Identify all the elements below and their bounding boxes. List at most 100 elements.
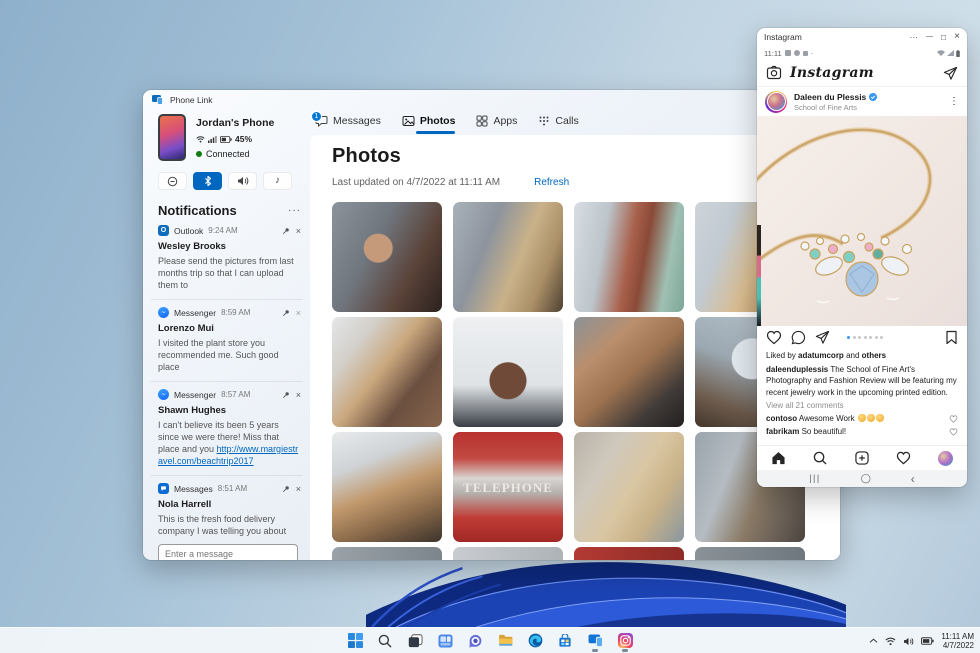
photo-thumbnail[interactable] [574, 317, 684, 427]
chat-button[interactable] [463, 630, 487, 652]
direct-messages-icon[interactable] [943, 66, 958, 81]
dismiss-icon[interactable]: × [296, 484, 301, 494]
tab-photos[interactable]: Photos [400, 111, 458, 134]
photo-thumbnail[interactable] [332, 202, 442, 312]
taskbar-phone-link-button[interactable] [583, 630, 607, 652]
notification-card[interactable]: Messages 8:51 AM × Nola Harrell This is … [151, 476, 303, 560]
photo-thumbnail[interactable] [574, 547, 684, 560]
post-avatar[interactable] [765, 90, 787, 113]
widgets-button[interactable] [433, 630, 457, 652]
tray-chevron-up-icon[interactable] [869, 638, 878, 644]
clock-time: 11:11 AM [941, 632, 974, 641]
notification-card[interactable]: O Outlook 9:24 AM × Wesley Brooks Please… [151, 218, 303, 300]
taskbar-search-button[interactable] [373, 630, 397, 652]
photo-thumbnail[interactable] [332, 432, 442, 542]
outlook-icon: O [158, 225, 169, 236]
android-nav-bar: ||| ◯ ‹ [757, 470, 967, 487]
pin-icon[interactable] [282, 227, 290, 235]
like-icon[interactable] [766, 330, 782, 345]
camera-icon[interactable] [766, 65, 782, 81]
android-back-icon[interactable]: ‹ [911, 473, 915, 485]
notification-sender: Nola Harrell [158, 499, 212, 510]
post-image-necklace[interactable] [757, 116, 967, 326]
notification-card[interactable]: Messenger 8:59 AM × Lorenzo Mui I visite… [151, 300, 303, 382]
post-options-icon[interactable]: ⋮ [949, 96, 959, 107]
photo-thumbnail[interactable] [453, 202, 563, 312]
dismiss-icon[interactable]: × [296, 308, 301, 318]
photo-thumbnail[interactable] [453, 317, 563, 427]
photo-thumbnail[interactable] [332, 317, 442, 427]
phone-link-app-icon [152, 95, 163, 105]
photo-thumbnail[interactable] [574, 432, 684, 542]
edge-button[interactable] [523, 630, 547, 652]
maximize-button[interactable]: □ [941, 33, 946, 42]
pin-icon[interactable] [282, 391, 290, 399]
pin-icon[interactable] [282, 485, 290, 493]
caption-username[interactable]: daleenduplessis [766, 365, 828, 374]
tray-battery-icon[interactable] [921, 637, 935, 645]
tray-wifi-icon[interactable] [885, 637, 896, 646]
notification-message: Please send the pictures from last month… [158, 256, 294, 290]
notification-card[interactable]: Messenger 8:57 AM × Shawn Hughes I can't… [151, 382, 303, 476]
window-menu-button[interactable]: ··· [910, 33, 919, 42]
instagram-titlebar[interactable]: Instagram ··· — □ × [757, 28, 967, 46]
new-post-icon[interactable] [854, 451, 869, 465]
comment-username[interactable]: contoso [766, 414, 797, 423]
share-icon[interactable] [815, 330, 830, 345]
notifications-more-button[interactable]: ··· [288, 205, 301, 216]
dismiss-icon[interactable]: × [296, 390, 301, 400]
tab-calls[interactable]: Calls [536, 111, 580, 134]
tab-apps[interactable]: Apps [474, 111, 519, 134]
refresh-link[interactable]: Refresh [534, 177, 569, 188]
status-notification-icon [793, 50, 800, 56]
device-screen-thumbnail[interactable] [158, 114, 186, 161]
audio-button[interactable] [228, 172, 257, 190]
taskbar-clock[interactable]: 11:11 AM 4/7/2022 [941, 632, 974, 650]
comment-like-icon[interactable] [949, 428, 958, 436]
do-not-disturb-button[interactable] [158, 172, 187, 190]
task-view-button[interactable] [403, 630, 427, 652]
status-battery-icon [956, 49, 960, 57]
search-icon[interactable] [813, 451, 827, 465]
status-notification-icon [784, 50, 791, 56]
notification-app-name: Messenger [174, 307, 217, 318]
taskbar-instagram-button[interactable] [613, 630, 637, 652]
bluetooth-button[interactable] [193, 172, 222, 190]
battery-icon [220, 135, 232, 143]
apps-tab-icon [476, 115, 488, 127]
device-name: Jordan's Phone [196, 117, 275, 129]
phone-link-titlebar[interactable]: Phone Link [143, 90, 840, 110]
home-icon[interactable] [771, 451, 786, 465]
system-tray: 11:11 AM 4/7/2022 [869, 628, 976, 653]
photo-thumbnail[interactable] [453, 547, 563, 560]
dismiss-icon[interactable]: × [296, 226, 301, 236]
liked-by-user[interactable]: adatumcorp [798, 351, 844, 360]
messages-tab-icon: 1 [311, 111, 328, 127]
photo-thumbnail[interactable] [332, 547, 442, 560]
tray-volume-icon[interactable] [903, 637, 914, 646]
store-button[interactable] [553, 630, 577, 652]
profile-avatar[interactable] [938, 450, 953, 466]
liked-by-others[interactable]: others [862, 351, 886, 360]
android-home-icon[interactable]: ◯ [861, 474, 871, 483]
pin-icon[interactable] [282, 309, 290, 317]
close-button[interactable]: × [954, 32, 960, 42]
activity-heart-icon[interactable] [896, 451, 911, 465]
photo-thumbnail[interactable] [574, 202, 684, 312]
music-button[interactable]: ♪ [263, 172, 292, 190]
comment-username[interactable]: fabrikam [766, 427, 799, 436]
view-comments-link[interactable]: View all 21 comments [766, 400, 958, 412]
post-username[interactable]: Daleen du Plessis [794, 92, 866, 102]
photo-thumbnail[interactable] [695, 547, 805, 560]
photo-thumbnail-telephone-box[interactable]: TELEPHONE [453, 432, 563, 542]
notification-sender: Lorenzo Mui [158, 323, 214, 334]
comment-icon[interactable] [791, 330, 806, 345]
save-bookmark-icon[interactable] [945, 330, 958, 345]
comment-like-icon[interactable] [949, 415, 958, 423]
tab-messages[interactable]: 1 Messages [311, 111, 383, 134]
start-button[interactable] [343, 630, 367, 652]
file-explorer-button[interactable] [493, 630, 517, 652]
reply-input[interactable] [158, 544, 298, 560]
minimize-button[interactable]: — [926, 33, 933, 41]
recents-icon[interactable]: ||| [809, 474, 821, 483]
